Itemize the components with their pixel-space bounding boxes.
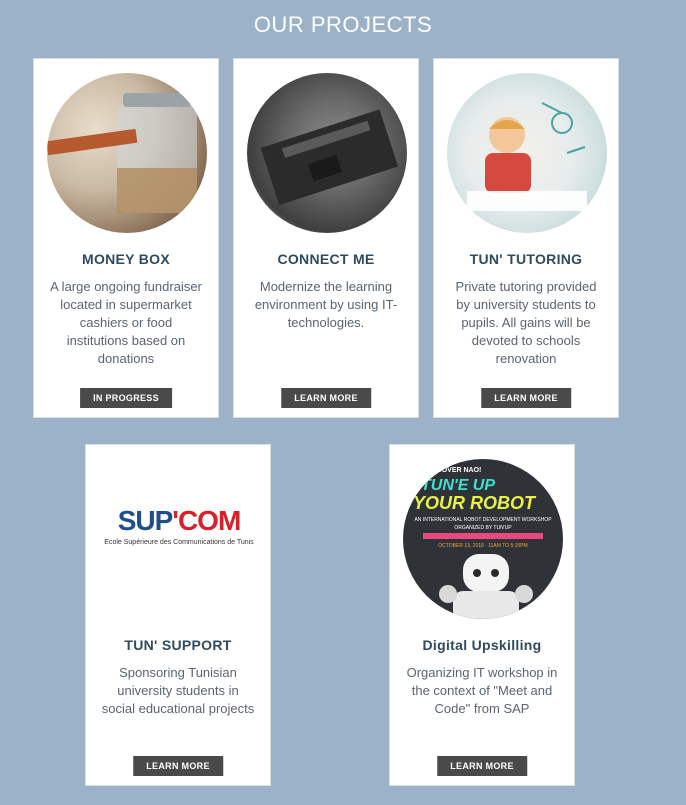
section-title: OUR PROJECTS <box>253 12 433 37</box>
project-card-digital-upskilling: DISCOVER NAO! TUN'E UP YOUR ROBOT AN INT… <box>389 444 575 786</box>
project-card-connect-me: CONNECT ME Modernize the learning enviro… <box>233 58 419 418</box>
coin-jar-image <box>47 73 207 233</box>
project-card-tun-support: SUP'COM Ecole Supérieure des Communicati… <box>85 444 271 786</box>
circuit-board-image <box>247 73 407 233</box>
robot-poster-image: DISCOVER NAO! TUN'E UP YOUR ROBOT AN INT… <box>403 459 563 619</box>
supcom-logo: SUP'COM Ecole Supérieure des Communicati… <box>100 505 258 565</box>
project-description: Organizing IT workshop in the context of… <box>406 665 558 716</box>
in-progress-button[interactable]: IN PROGRESS <box>80 388 172 408</box>
project-title: CONNECT ME <box>277 251 375 267</box>
learn-more-button[interactable]: LEARN MORE <box>437 756 527 776</box>
project-title: Digital Upskilling <box>422 637 542 653</box>
project-card-money-box: MONEY BOX A large ongoing fundraiser loc… <box>33 58 219 418</box>
learn-more-button[interactable]: LEARN MORE <box>481 388 571 408</box>
learn-more-button[interactable]: LEARN MORE <box>133 756 223 776</box>
project-description: Modernize the learning environment by us… <box>254 279 398 330</box>
project-title: TUN' SUPPORT <box>124 637 232 653</box>
project-description: A large ongoing fundraiser located in su… <box>50 279 202 366</box>
project-title: TUN' TUTORING <box>469 251 583 267</box>
project-title: MONEY BOX <box>81 251 170 267</box>
logo-part-com: 'COM <box>172 505 241 536</box>
logo-part-sup: SUP <box>117 505 174 536</box>
learn-more-button[interactable]: LEARN MORE <box>281 388 371 408</box>
project-card-tun-tutoring: TUN' TUTORING Private tutoring provided … <box>433 58 619 418</box>
project-description: Private tutoring provided by university … <box>455 279 597 366</box>
project-description: Sponsoring Tunisian university students … <box>101 665 255 716</box>
logo-subtitle: Ecole Supérieure des Communications de T… <box>104 539 254 546</box>
child-studying-image <box>447 73 607 233</box>
